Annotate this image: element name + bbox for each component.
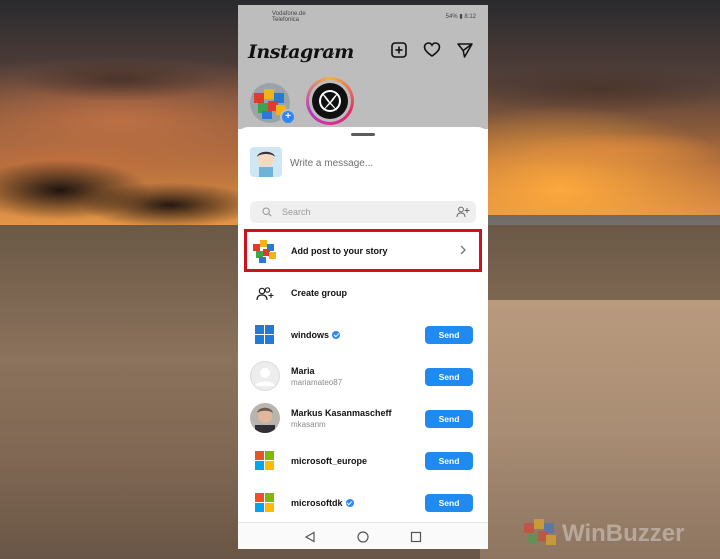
send-button[interactable]: Send — [425, 452, 473, 470]
microsoft-logo-icon — [255, 493, 275, 513]
create-group-row[interactable]: Create group — [238, 273, 488, 313]
recipient-name: microsoftdk — [291, 498, 343, 508]
red-highlight-box — [244, 229, 482, 272]
share-sheet: Add post to your story Create group — [238, 127, 488, 527]
recipient-name: microsoft_europe — [291, 456, 368, 466]
recipient-name: Markus Kasanmascheff — [291, 408, 392, 418]
add-people-icon[interactable] — [456, 205, 470, 219]
recipient-name-microsoftdk: microsoftdk — [291, 498, 354, 508]
message-input[interactable] — [290, 155, 470, 171]
add-story-plus-icon[interactable]: + — [280, 109, 296, 125]
direct-message-icon[interactable] — [456, 41, 474, 59]
recipient-username: mkasanm — [291, 420, 326, 429]
sheet-drag-handle[interactable] — [351, 133, 375, 136]
new-post-icon[interactable] — [390, 41, 408, 59]
xbox-story-avatar[interactable] — [306, 77, 354, 125]
palm-treeline — [0, 150, 240, 230]
verified-badge-icon — [345, 499, 354, 507]
chevron-down-icon[interactable]: ⌄ — [328, 47, 336, 58]
recipient-row: windows Send — [238, 315, 488, 355]
recipient-row: Markus Kasanmascheff mkasanm Send — [238, 399, 488, 439]
story-ring-gap — [309, 80, 351, 122]
android-nav-bar — [238, 522, 488, 549]
send-button[interactable]: Send — [425, 326, 473, 344]
send-button[interactable]: Send — [425, 410, 473, 428]
microsoft-logo-icon — [255, 451, 275, 471]
back-icon[interactable] — [304, 531, 316, 543]
watermark-text: WinBuzzer — [562, 520, 685, 547]
status-bar: Vodafone.de Telefonica 54% ▮ 8:12 — [238, 5, 488, 25]
post-thumbnail — [250, 147, 282, 177]
search-icon — [262, 207, 272, 217]
create-group-icon — [256, 287, 274, 301]
recipient-name: windows — [291, 330, 329, 340]
heart-icon[interactable] — [423, 41, 441, 59]
phone-screen: Vodafone.de Telefonica 54% ▮ 8:12 Instag… — [238, 5, 488, 549]
recents-icon[interactable] — [410, 531, 422, 543]
status-indicators: 54% ▮ 8:12 — [445, 14, 476, 20]
search-input[interactable] — [282, 205, 432, 219]
verified-badge-icon — [332, 331, 340, 339]
send-button[interactable]: Send — [425, 494, 473, 512]
carrier-text: Vodafone.de Telefonica — [272, 11, 306, 23]
instagram-header: Instagram ⌄ — [238, 31, 488, 71]
profile-photo-avatar — [250, 403, 280, 433]
recipient-row: microsoft_europe Send — [238, 441, 488, 481]
default-avatar-icon — [250, 361, 280, 391]
home-icon[interactable] — [357, 531, 369, 543]
send-button[interactable]: Send — [425, 368, 473, 386]
search-field[interactable] — [250, 201, 476, 223]
windows-logo-icon — [255, 325, 275, 345]
create-group-label: Create group — [291, 288, 348, 298]
watermark-logo-icon — [524, 519, 556, 545]
recipient-row: microsoftdk Send — [238, 483, 488, 523]
recipient-name-windows: windows — [291, 330, 340, 340]
recipient-username: mariamateo87 — [291, 378, 343, 387]
recipient-name: Maria — [291, 366, 315, 376]
xbox-logo-icon — [312, 83, 348, 119]
app-title[interactable]: Instagram — [248, 41, 354, 63]
recipient-row: Maria mariamateo87 Send — [238, 357, 488, 397]
stories-tray: + — [238, 77, 488, 129]
